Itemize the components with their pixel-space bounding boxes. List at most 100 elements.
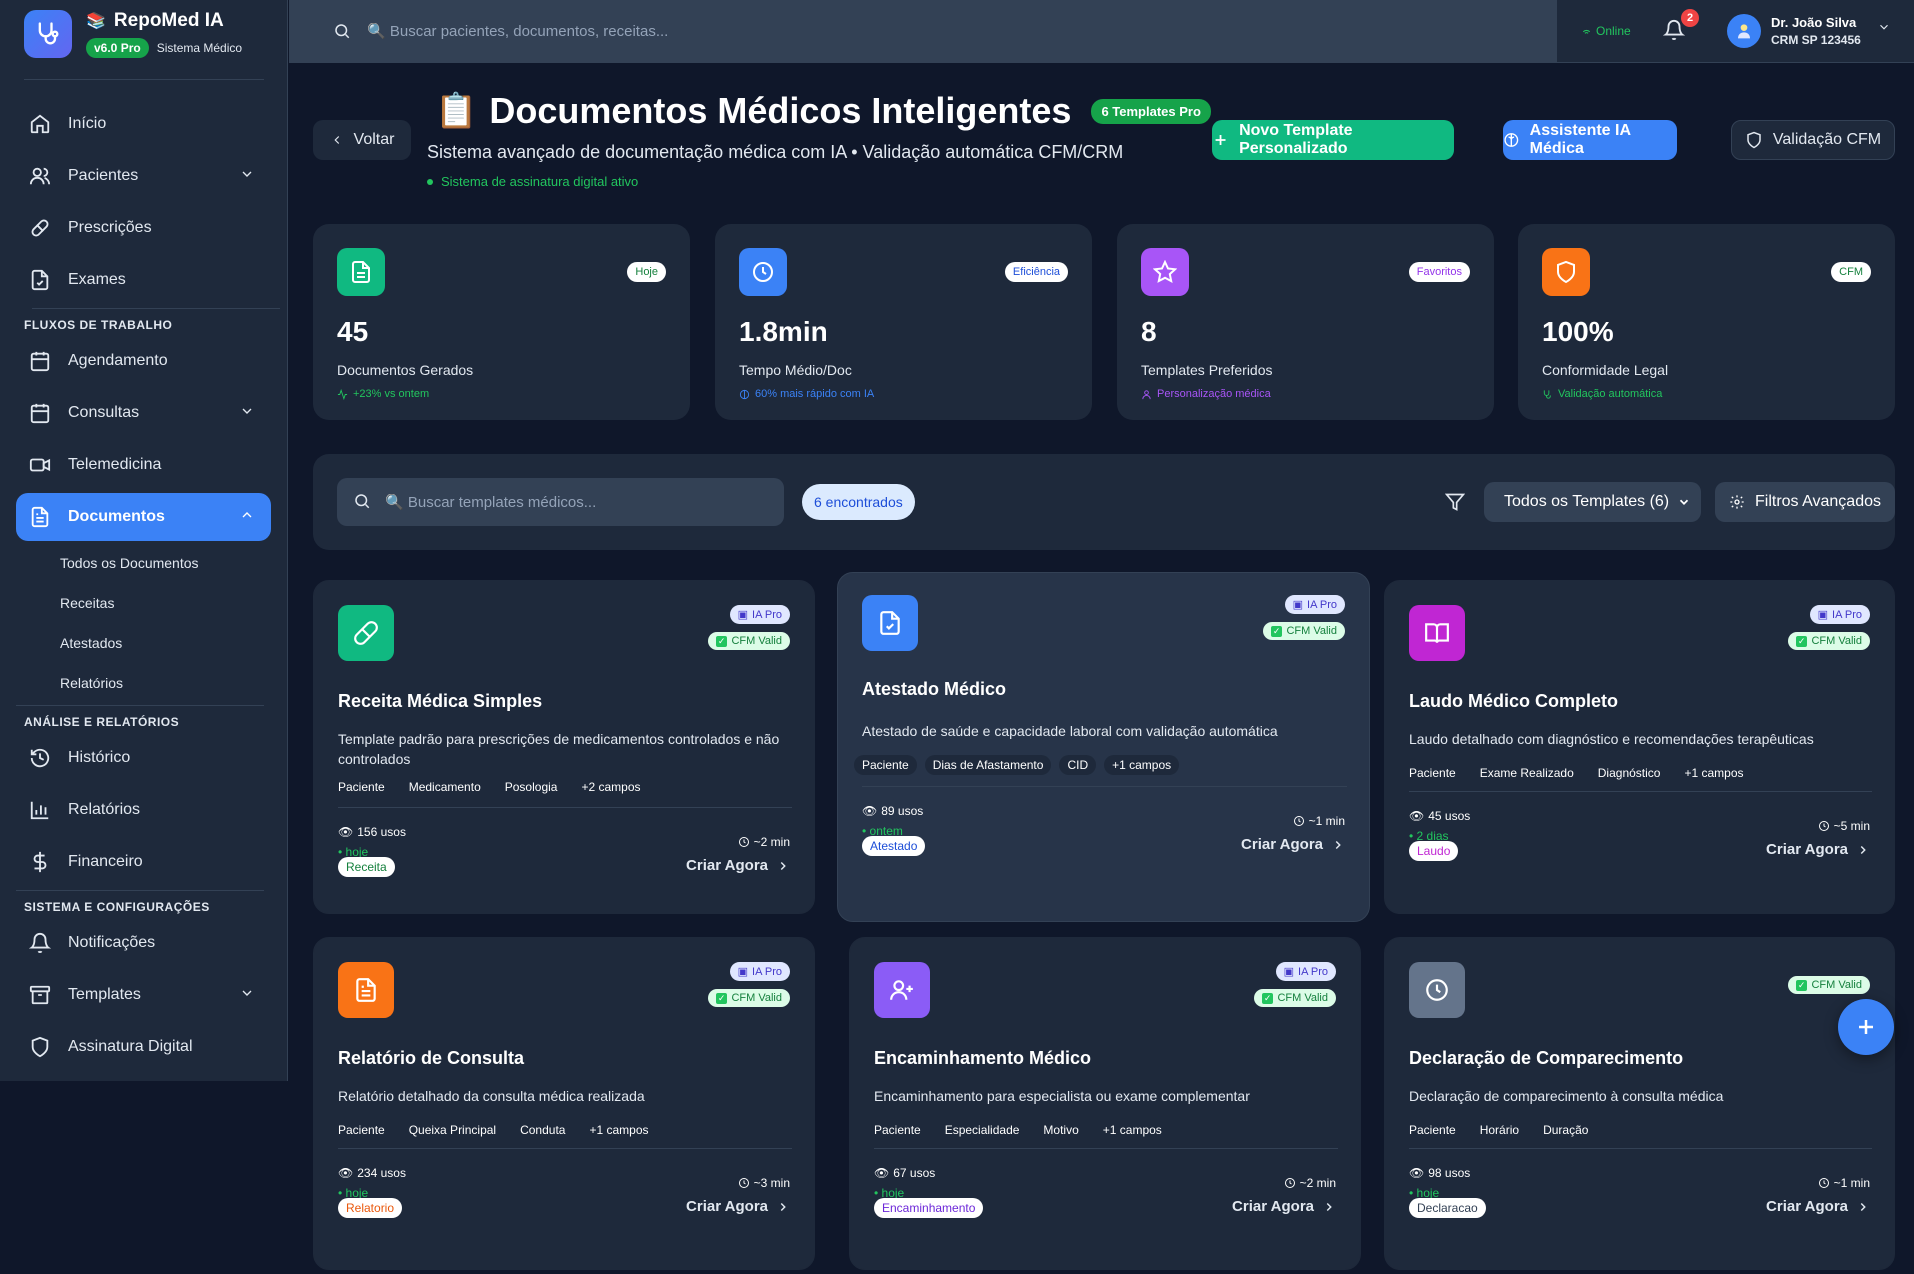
field-chip: Especialidade [944,1123,1020,1137]
estimated-time: ~2 min [738,835,790,849]
usage-count: 👁 45 usos [1409,809,1471,823]
templates-pro-badge: 6 Templates Pro [1091,98,1211,124]
sidebar-item-financeiro[interactable]: Financeiro [16,838,271,886]
chevron-down-icon[interactable] [239,985,255,1001]
cfm-validation-button[interactable]: Validação CFM [1731,120,1895,160]
signature-status-label: Sistema de assinatura digital ativo [441,174,639,189]
template-search[interactable] [337,478,784,526]
sidebar-item-telemedicina[interactable]: Telemedicina [16,441,271,489]
template-card[interactable]: ▣ IA Pro ✓ CFM Valid Atestado Médico Atest… [837,572,1370,922]
sidebar-item-relatorios[interactable]: Relatórios [16,786,271,834]
floating-add-button[interactable] [1838,999,1894,1055]
template-card[interactable]: ✓ CFM Valid Declaração de Comparecimento … [1384,937,1895,1270]
divider [338,1148,792,1149]
user-menu[interactable]: Dr. João Silva CRM SP 123456 [1727,14,1891,48]
template-description: Encaminhamento para especialista ou exam… [874,1088,1250,1104]
divider [1409,1148,1872,1149]
back-button[interactable]: Voltar [313,120,411,160]
cfm-valid-badge: ✓ CFM Valid [1787,632,1870,650]
file-text-icon [338,962,394,1018]
sidebar-item-assinatura-digital[interactable]: Assinatura Digital [16,1023,271,1071]
field-chip: Horário [1479,1123,1520,1137]
template-card[interactable]: ▣ IA Pro ✓ CFM Valid Relatório de Consulta… [313,937,815,1270]
stat-card-conformidade: CFM 100% Conformidade Legal Validação au… [1518,224,1895,420]
brain-icon [739,389,750,399]
create-now-button[interactable]: Criar Agora [686,1198,790,1215]
main-content: Voltar 📋 Documentos Médicos Inteligentes… [289,64,1914,1274]
sidebar-item-templates[interactable]: Templates [16,971,271,1019]
sidebar-subitem-atestados[interactable]: Atestados [60,635,122,651]
template-type-select[interactable]: Todos os Templates (6) [1484,482,1701,522]
sidebar-item-agendamento[interactable]: Agendamento [16,337,271,385]
field-chip: Paciente [1409,1123,1456,1137]
stethoscope-icon [24,10,72,58]
file-text-icon [337,248,385,296]
book-icon [1409,605,1465,661]
sidebar-item-historico[interactable]: Histórico [16,734,271,782]
clock-icon [738,1178,749,1188]
template-title: Laudo Médico Completo [1409,691,1618,711]
chevron-down-icon[interactable] [239,403,255,419]
global-search[interactable] [289,0,1557,63]
results-count-badge: 6 encontrados [802,484,915,520]
create-now-button[interactable]: Criar Agora [1766,1198,1870,1215]
template-card[interactable]: ▣ IA Pro ✓ CFM Valid Laudo Médico Completo… [1384,580,1895,914]
cfm-valid-badge: ✓ CFM Valid [707,632,790,650]
template-title: Encaminhamento Médico [874,1048,1092,1068]
create-now-button[interactable]: Criar Agora [686,857,790,874]
file-text-icon [28,505,52,529]
sidebar-subitem-todos-documentos[interactable]: Todos os Documentos [60,555,199,571]
cfm-valid-badge: ✓ CFM Valid [1787,976,1870,994]
sidebar-item-prescricoes[interactable]: Prescrições [16,204,271,252]
chevron-up-icon[interactable] [239,507,255,523]
section-label: SISTEMA E CONFIGURAÇÕES [24,900,210,914]
field-chip: +1 campos [1102,1123,1162,1137]
brand[interactable]: 📚 RepoMed IA v6.0 Pro Sistema Médico [24,10,242,58]
template-fields: Paciente Exame Realizado Diagnóstico +1 cam… [1401,763,1752,783]
check-icon: ✓ [1261,992,1274,1004]
ai-assistant-button[interactable]: Assistente IA Médica [1503,120,1677,160]
field-chip: +2 campos [581,780,641,794]
sidebar-subitem-receitas[interactable]: Receitas [60,595,114,611]
sidebar-subitem-relatorios[interactable]: Relatórios [60,675,123,691]
template-category-tag: Relatorio [338,1198,403,1218]
stethoscope-icon [1543,389,1551,399]
chevron-right-icon [1335,840,1341,849]
sidebar-item-exames[interactable]: Exames [16,256,271,304]
eye-icon: 👁 [338,825,354,839]
stat-badge: Favoritos [1408,262,1470,282]
filter-bar: 6 encontrados Todos os Templates (6) Fil… [313,454,1895,550]
create-now-button[interactable]: Criar Agora [1766,841,1870,858]
global-search-input[interactable] [367,23,1267,40]
check-icon: ✓ [1795,979,1808,991]
stat-card-documentos: Hoje 45 Documentos Gerados +23% vs ontem [313,224,690,420]
clock-icon [1284,1178,1295,1188]
template-fields: Paciente Dias de Afastamento CID +1 campos [854,755,1180,775]
chevron-right-icon [1860,845,1866,854]
template-card[interactable]: ▣ IA Pro ✓ CFM Valid Encaminhamento Médico… [849,937,1361,1270]
create-now-button[interactable]: Criar Agora [1241,836,1345,853]
ai-assistant-label: Assistente IA Médica [1529,122,1631,157]
filter-icon[interactable] [1445,492,1465,512]
ia-pro-badge: ▣ IA Pro [729,605,790,624]
ia-pro-badge: ▣ IA Pro [1809,605,1870,624]
search-icon [333,22,351,40]
cfm-valid-badge: ✓ CFM Valid [1253,989,1336,1007]
template-search-input[interactable] [385,493,745,511]
eye-icon: 👁 [1409,1166,1425,1180]
template-card[interactable]: ▣ IA Pro ✓ CFM Valid Receita Médica Simple… [313,580,815,914]
activity-icon [337,388,348,400]
clock-icon [738,837,749,847]
sidebar-item-consultas[interactable]: Consultas [16,389,271,437]
shield-icon [1747,131,1761,149]
notification-count-badge: 2 [1681,9,1699,27]
shield-icon [1542,248,1590,296]
sidebar-item-notificacoes[interactable]: Notificações [16,919,271,967]
advanced-filters-button[interactable]: Filtros Avançados [1715,482,1895,522]
chevron-down-icon[interactable] [239,166,255,182]
sidebar-item-inicio[interactable]: Início [16,100,271,148]
sidebar-item-documentos[interactable]: Documentos [16,493,271,541]
create-now-button[interactable]: Criar Agora [1232,1198,1336,1215]
new-template-button[interactable]: Novo Template Personalizado [1212,120,1454,160]
sidebar-item-pacientes[interactable]: Pacientes [16,152,271,200]
